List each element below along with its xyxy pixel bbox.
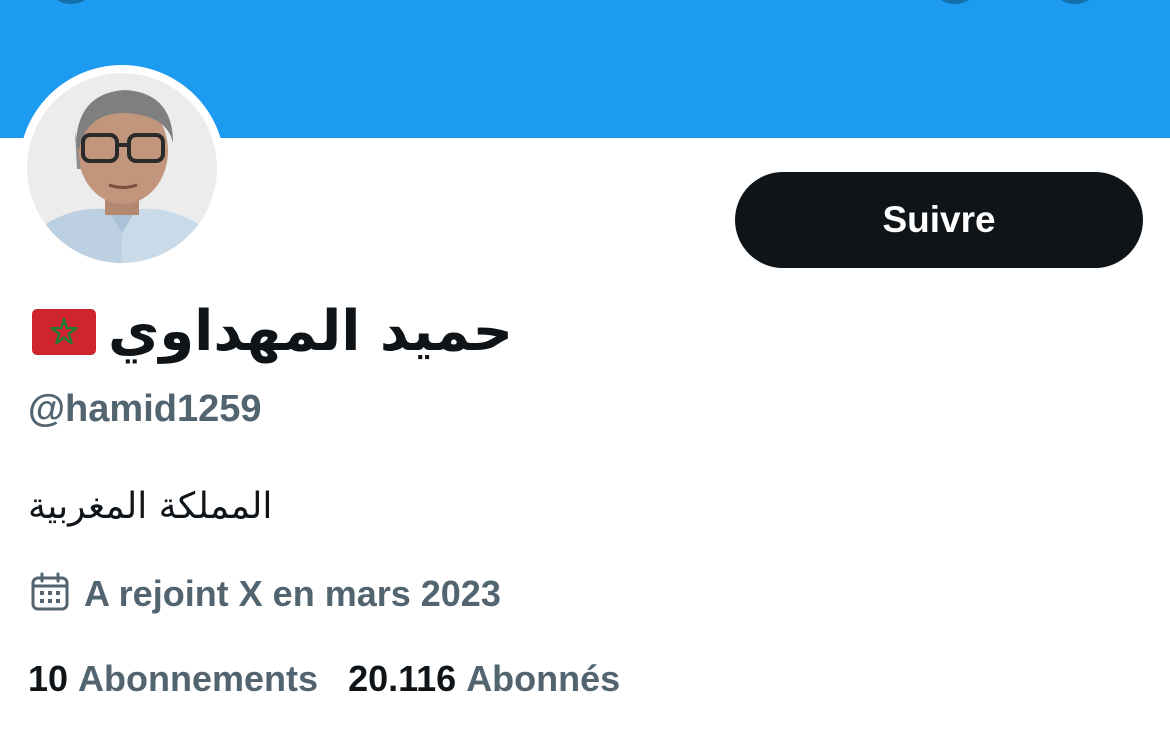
back-button-edge[interactable]	[44, 0, 98, 4]
joined-date-text: A rejoint X en mars 2023	[84, 573, 501, 614]
morocco-flag-icon	[32, 309, 96, 355]
followers-count: 20.116	[348, 658, 457, 699]
followers-link[interactable]: 20.116 Abonnés	[348, 658, 620, 700]
avatar-photo	[27, 73, 217, 263]
following-count: 10	[28, 658, 69, 699]
display-name: حميد المهداوي	[108, 299, 514, 364]
user-handle: @hamid1259	[28, 388, 262, 430]
following-link[interactable]: 10 Abonnements	[28, 658, 318, 700]
bio-text: المملكة المغربية	[28, 486, 273, 527]
follow-button[interactable]: Suivre	[735, 172, 1143, 268]
joined-date-row: A rejoint X en mars 2023	[30, 570, 501, 618]
followers-label: Abonnés	[466, 658, 621, 699]
profile-page: Suivre حميد المهداوي @hamid1259 المملكة …	[0, 0, 1170, 736]
search-button-edge[interactable]	[928, 0, 982, 4]
more-button-edge[interactable]	[1048, 0, 1102, 4]
calendar-icon	[30, 572, 70, 617]
avatar-frame	[19, 65, 225, 271]
following-label: Abonnements	[78, 658, 319, 699]
avatar[interactable]	[27, 73, 217, 263]
name-row: حميد المهداوي	[32, 292, 513, 372]
follow-stats: 10 Abonnements 20.116 Abonnés	[28, 655, 620, 703]
